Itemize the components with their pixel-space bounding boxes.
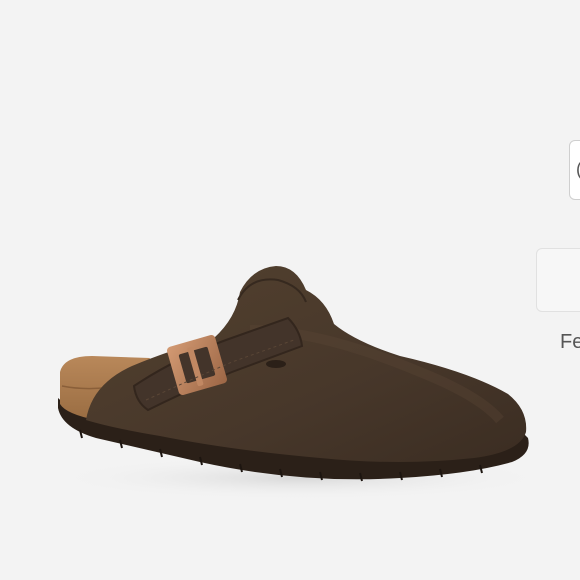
strap-hole — [266, 360, 286, 368]
side-panel-card[interactable] — [536, 248, 580, 312]
product-image — [50, 266, 550, 500]
side-panel-button-glyph: ( — [576, 159, 580, 179]
clog-upper — [86, 266, 527, 462]
product-gallery: ( Fe — [0, 0, 580, 580]
side-panel-text: Fe — [560, 331, 580, 353]
side-panel-button[interactable]: ( — [569, 140, 580, 200]
